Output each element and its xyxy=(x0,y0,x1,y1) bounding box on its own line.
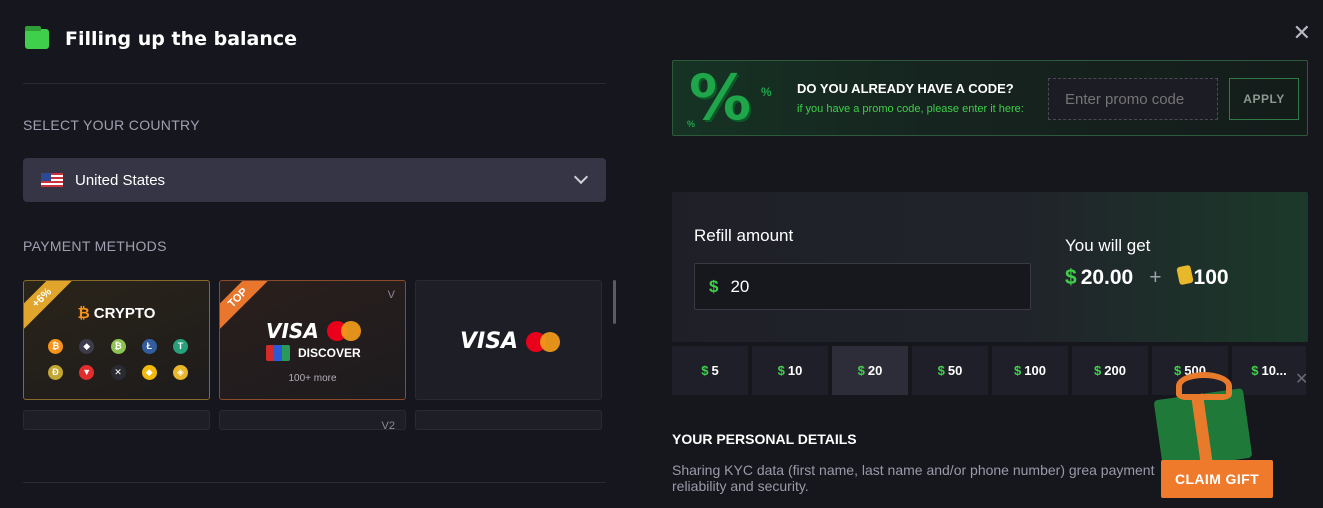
ethereum-icon: ◆ xyxy=(79,339,95,354)
bonus-amount: 100 xyxy=(1193,266,1229,289)
get-amount: 20.00 xyxy=(1080,266,1134,289)
promo-subtitle: if you have a promo code, please enter i… xyxy=(797,103,1024,115)
promo-title: DO YOU ALREADY HAVE A CODE? xyxy=(797,81,1014,96)
payment-card-visa-mc[interactable]: VISA xyxy=(415,280,602,400)
close-icon[interactable]: ✕ xyxy=(1293,22,1311,44)
plus-sign: + xyxy=(1149,266,1162,289)
gift-box-image xyxy=(1148,358,1268,470)
mastercard-icon xyxy=(326,321,361,341)
top-ribbon: TOP xyxy=(220,281,273,333)
percent-icon: % xyxy=(689,61,752,134)
country-section-label: SELECT YOUR COUNTRY xyxy=(23,117,200,133)
payment-card[interactable] xyxy=(23,410,210,430)
dollar-icon: $ xyxy=(1065,266,1077,289)
bitcoin-cash-icon: ₿ xyxy=(110,339,126,354)
close-icon[interactable]: ✕ xyxy=(1295,369,1308,389)
payment-card-cards[interactable]: TOP V VISA DISCOVER 100+ more xyxy=(219,280,406,400)
divider xyxy=(23,83,606,84)
refill-box: Refill amount $ 20 You will get $20.00 +… xyxy=(672,192,1308,342)
chevron-down-icon xyxy=(573,169,589,185)
payment-card[interactable]: V2 xyxy=(219,410,406,430)
amount-chip[interactable]: $100 xyxy=(992,346,1068,395)
wallet-icon xyxy=(25,26,49,49)
binance-usd-icon: ◈ xyxy=(173,365,188,380)
ripple-icon: ✕ xyxy=(110,365,126,380)
apply-button[interactable]: APPLY xyxy=(1229,78,1299,120)
unionpay-icon xyxy=(266,345,290,361)
ticket-icon xyxy=(1175,264,1194,286)
panel-header: Filling up the balance xyxy=(25,26,298,50)
you-will-get-values: $20.00 + 100 xyxy=(1065,264,1229,290)
amount-chip-active[interactable]: $20 xyxy=(832,346,908,395)
bitcoin-icon: ₿ xyxy=(77,305,90,322)
payment-section-label: PAYMENT METHODS xyxy=(23,238,167,254)
bitcoin-icon: ₿ xyxy=(48,339,63,354)
amount-chip[interactable]: $200 xyxy=(1072,346,1148,395)
mastercard-icon xyxy=(526,331,561,352)
amount-value: 20 xyxy=(730,276,750,296)
dollar-icon: $ xyxy=(709,276,719,296)
promo-code-banner: % % % DO YOU ALREADY HAVE A CODE? if you… xyxy=(672,60,1308,136)
scrollbar[interactable] xyxy=(613,280,616,324)
amount-chip[interactable]: $5 xyxy=(672,346,748,395)
payment-card-crypto[interactable]: +6% ₿ CRYPTO ₿ ◆ ₿ Ł T Ð ▼ ✕ ◆ ◈ xyxy=(23,280,210,400)
claim-gift-button[interactable]: CLAIM GIFT xyxy=(1161,460,1273,498)
personal-details-text: Sharing KYC data (first name, last name … xyxy=(672,462,1155,494)
amount-input[interactable]: $ 20 xyxy=(694,263,1031,310)
visa-logo: VISA xyxy=(460,329,519,354)
divider xyxy=(23,482,606,483)
bnb-icon: ◆ xyxy=(141,365,157,380)
coin-row: ₿ ◆ ₿ Ł T xyxy=(48,339,188,354)
payment-card[interactable] xyxy=(415,410,602,430)
payment-method-panel: Filling up the balance SELECT YOUR COUNT… xyxy=(0,0,636,508)
page-title: Filling up the balance xyxy=(65,28,298,50)
brand-row: VISA xyxy=(460,329,561,354)
personal-details-title: YOUR PERSONAL DETAILS xyxy=(672,431,857,447)
promo-code-input[interactable] xyxy=(1048,78,1218,120)
amount-chip[interactable]: $50 xyxy=(912,346,988,395)
percent-icon: % xyxy=(687,119,696,129)
you-will-get-label: You will get xyxy=(1065,236,1151,255)
litecoin-icon: Ł xyxy=(141,339,157,354)
gift-bow xyxy=(1176,372,1232,400)
refill-label: Refill amount xyxy=(694,226,794,245)
more-methods-text: 100+ more xyxy=(288,373,337,384)
coin-row: Ð ▼ ✕ ◆ ◈ xyxy=(48,365,188,380)
country-selected-value: United States xyxy=(75,171,166,189)
brand-row: VISA xyxy=(266,319,361,343)
refill-panel: ✕ % % % DO YOU ALREADY HAVE A CODE? if y… xyxy=(636,0,1323,508)
tron-icon: ▼ xyxy=(79,365,95,380)
country-select[interactable]: United States xyxy=(23,158,606,202)
tether-icon: T xyxy=(173,339,188,354)
discover-logo: DISCOVER xyxy=(298,346,361,360)
version-badge: V xyxy=(387,289,395,301)
version-badge: V2 xyxy=(381,420,395,430)
crypto-title: ₿ CRYPTO xyxy=(77,305,156,322)
percent-icon: % xyxy=(761,85,772,99)
visa-logo: VISA xyxy=(266,319,319,343)
dogecoin-icon: Ð xyxy=(48,365,63,380)
us-flag-icon xyxy=(41,173,63,187)
brand-row-2: DISCOVER xyxy=(266,345,361,361)
amount-chip[interactable]: $10 xyxy=(752,346,828,395)
